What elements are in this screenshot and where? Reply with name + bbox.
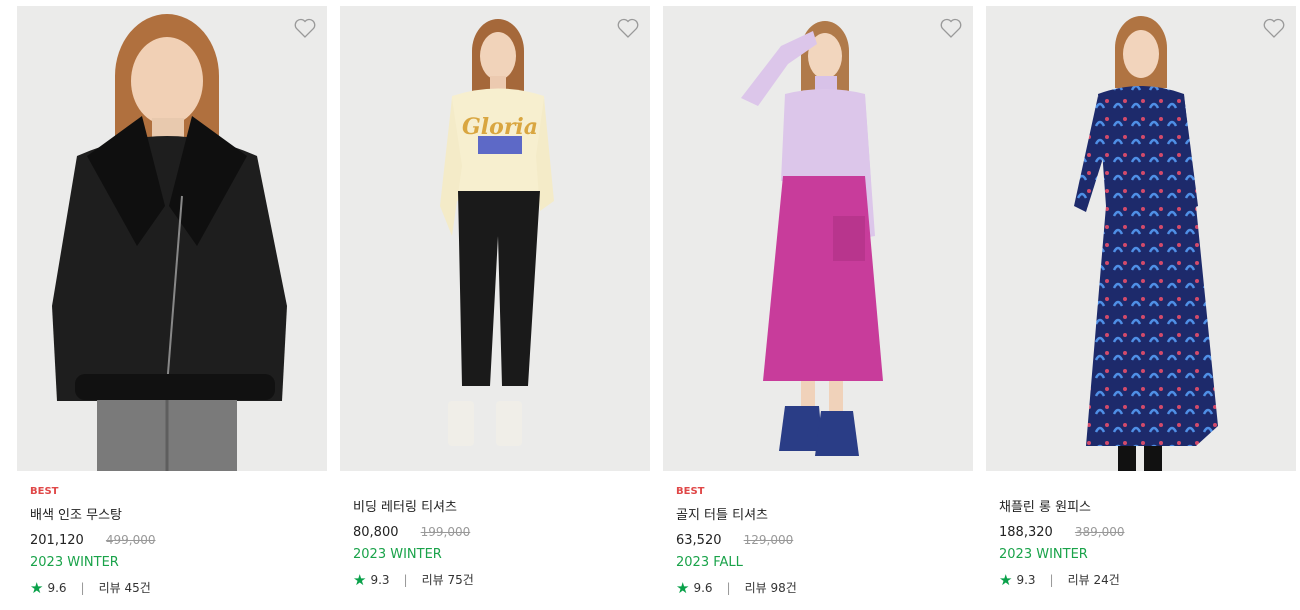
sale-price: 188,320 <box>999 525 1053 540</box>
sale-price: 201,120 <box>30 533 84 548</box>
product-info: 비딩 레터링 티셔츠 80,800 199,000 2023 WINTER ★ … <box>340 471 650 589</box>
product-image[interactable] <box>986 6 1296 471</box>
review-meta: ★ 9.3 | 리뷰 24건 <box>999 571 1283 589</box>
price-row: 201,120 499,000 <box>30 531 314 549</box>
star-icon: ★ <box>676 579 690 597</box>
product-info: BEST 골지 터틀 티셔츠 63,520 129,000 2023 FALL … <box>663 471 973 597</box>
separator: | <box>403 573 408 587</box>
season-label: 2023 FALL <box>676 555 743 570</box>
product-name[interactable]: 배색 인조 무스탕 <box>30 507 314 525</box>
sale-price: 80,800 <box>353 525 399 540</box>
heart-outline-icon[interactable] <box>939 16 963 40</box>
product-name[interactable]: 골지 터틀 티셔츠 <box>676 507 960 525</box>
product-grid: BEST 배색 인조 무스탕 201,120 499,000 2023 WINT… <box>0 0 1300 610</box>
separator: | <box>80 581 85 595</box>
heart-outline-icon[interactable] <box>1262 16 1286 40</box>
best-badge: BEST <box>676 486 705 497</box>
star-icon: ★ <box>999 571 1013 589</box>
sweatshirt-model-photo: Gloria <box>440 19 554 446</box>
review-meta: ★ 9.3 | 리뷰 75건 <box>353 571 637 589</box>
product-card[interactable]: BEST 배색 인조 무스탕 201,120 499,000 2023 WINT… <box>17 6 327 597</box>
star-icon: ★ <box>353 571 367 589</box>
sale-price: 63,520 <box>676 533 722 548</box>
rating-value: 9.6 <box>693 581 713 595</box>
review-meta: ★ 9.6 | 리뷰 98건 <box>676 579 960 597</box>
product-image[interactable] <box>663 6 973 471</box>
season-label: 2023 WINTER <box>999 547 1088 562</box>
product-card[interactable]: Gloria 비딩 레터링 티셔츠 80,800 199,000 2023 WI… <box>340 6 650 589</box>
star-icon: ★ <box>30 579 44 597</box>
original-price: 389,000 <box>1074 525 1125 539</box>
product-name[interactable]: 채플린 롱 원피스 <box>999 499 1283 517</box>
best-badge: BEST <box>30 486 59 497</box>
rating-value: 9.6 <box>47 581 67 595</box>
review-count[interactable]: 리뷰 75건 <box>422 571 474 589</box>
product-info: BEST 배색 인조 무스탕 201,120 499,000 2023 WINT… <box>17 471 327 597</box>
product-card[interactable]: BEST 골지 터틀 티셔츠 63,520 129,000 2023 FALL … <box>663 6 973 597</box>
rating-value: 9.3 <box>1016 573 1036 587</box>
rating-value: 9.3 <box>370 573 390 587</box>
jacket-model-photo <box>52 14 287 471</box>
original-price: 199,000 <box>420 525 471 539</box>
review-meta: ★ 9.6 | 리뷰 45건 <box>30 579 314 597</box>
product-image[interactable]: Gloria <box>340 6 650 471</box>
product-image[interactable] <box>17 6 327 471</box>
original-price: 129,000 <box>743 533 794 547</box>
original-price: 499,000 <box>105 533 156 547</box>
long-dress-model-photo <box>1074 16 1218 471</box>
review-count[interactable]: 리뷰 98건 <box>745 579 797 597</box>
product-card[interactable]: 채플린 롱 원피스 188,320 389,000 2023 WINTER ★ … <box>986 6 1296 589</box>
separator: | <box>1049 573 1054 587</box>
heart-outline-icon[interactable] <box>293 16 317 40</box>
turtleneck-model-photo <box>741 21 883 456</box>
season-label: 2023 WINTER <box>353 547 442 562</box>
price-row: 63,520 129,000 <box>676 531 960 549</box>
separator: | <box>726 581 731 595</box>
price-row: 188,320 389,000 <box>999 523 1283 541</box>
heart-outline-icon[interactable] <box>616 16 640 40</box>
review-count[interactable]: 리뷰 45건 <box>99 579 151 597</box>
season-label: 2023 WINTER <box>30 555 119 570</box>
product-name[interactable]: 비딩 레터링 티셔츠 <box>353 499 637 517</box>
price-row: 80,800 199,000 <box>353 523 637 541</box>
product-info: 채플린 롱 원피스 188,320 389,000 2023 WINTER ★ … <box>986 471 1296 589</box>
review-count[interactable]: 리뷰 24건 <box>1068 571 1120 589</box>
